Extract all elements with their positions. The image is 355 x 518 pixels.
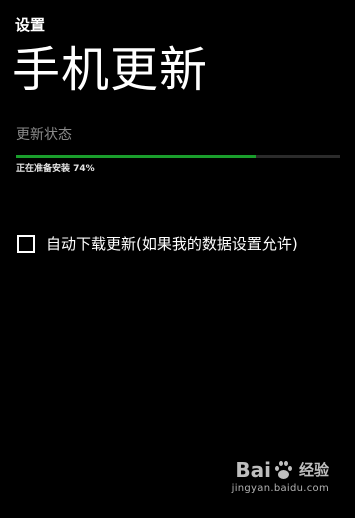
app-title: 设置 <box>15 16 46 34</box>
page-title: 手机更新 <box>12 42 209 98</box>
baidu-jingyan-watermark: Bai 经验 jingyan.baidu.com <box>232 459 329 494</box>
auto-download-checkbox[interactable] <box>17 235 35 253</box>
jingyan-logo-text: 经验 <box>298 461 329 479</box>
baidu-logo-text: Bai <box>235 458 271 482</box>
update-progress-status: 正在准备安装 74% <box>16 164 95 174</box>
baidu-logo: Bai 经验 <box>235 459 329 481</box>
auto-download-option[interactable]: 自动下载更新(如果我的数据设置允许) <box>17 233 298 255</box>
update-status-label: 更新状态 <box>16 127 72 143</box>
update-progress-bar <box>16 155 340 158</box>
paw-icon <box>273 460 293 480</box>
auto-download-label[interactable]: 自动下载更新(如果我的数据设置允许) <box>46 233 298 255</box>
update-progress-fill <box>16 155 256 158</box>
watermark-url: jingyan.baidu.com <box>231 483 329 494</box>
